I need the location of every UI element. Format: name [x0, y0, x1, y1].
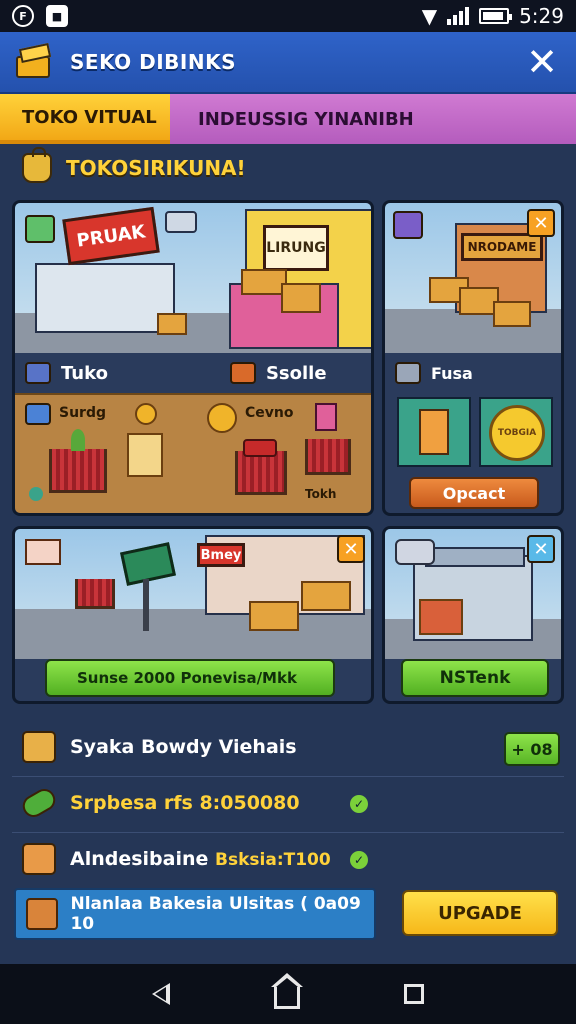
upgrade-button[interactable]: UPGADE — [402, 890, 558, 936]
list-item-text: Syaka Bowdy Viehais — [70, 736, 297, 758]
list-item[interactable]: Srpbesa rfs 8:050080 ✓ — [12, 776, 564, 830]
system-nav-bar — [0, 964, 576, 1024]
surdg-icon — [25, 403, 51, 425]
recent-apps-icon[interactable] — [404, 984, 424, 1004]
crate-icon — [26, 898, 59, 930]
store-card[interactable]: PRUAK LIRUNG Tuko Ssolle Surdg Cevno Tok… — [12, 200, 374, 516]
market-label-row: Fusa — [385, 353, 561, 393]
store-category-icon — [25, 215, 55, 243]
close-icon[interactable]: ✕ — [522, 43, 562, 81]
market-sign: NRODAME — [461, 233, 543, 261]
box-icon — [22, 731, 56, 763]
warehouse-action-button[interactable]: NSTenk — [401, 659, 549, 697]
store-scene: PRUAK LIRUNG — [15, 203, 371, 353]
pot-icon — [22, 843, 56, 875]
awning-sign: LIRUNG — [263, 225, 329, 271]
store-item-right: Cevno — [245, 405, 294, 421]
page-title: SEKO DIBINKS — [70, 50, 236, 74]
tab-industry[interactable]: INDEUSSIG YINANIBH — [170, 94, 576, 144]
store-item-left: Surdg — [59, 405, 106, 421]
delivery-card[interactable]: Bmey ✕ Sunse 2000 Ponevisa/Mkk — [12, 526, 374, 704]
clock: 5:29 — [519, 4, 564, 28]
market-scene: NRODAME ✕ — [385, 203, 561, 353]
store-right-label: Ssolle — [265, 362, 327, 384]
signal-icon — [447, 7, 470, 25]
battery-icon — [479, 8, 513, 24]
drink-tile — [397, 397, 471, 467]
wifi-icon: ▼ — [421, 4, 438, 28]
tab-virtual-store[interactable]: TOKO VITUAL — [0, 94, 170, 144]
store-left-label: Tuko — [61, 362, 108, 384]
market-card[interactable]: NRODAME ✕ Fusa TOBGIA Opcact — [382, 200, 564, 516]
check-icon: ✓ — [350, 795, 368, 813]
tab-bar: TOKO VITUAL INDEUSSIG YINANIBH — [0, 94, 576, 144]
settings-icon: F — [12, 5, 34, 27]
delivery-action-button[interactable]: Sunse 2000 Ponevisa/Mkk — [45, 659, 335, 697]
cucumber-icon — [18, 784, 60, 822]
delivery-close-icon[interactable]: ✕ — [337, 535, 365, 563]
store-sign: PRUAK — [62, 206, 160, 266]
list-item-text: Alndesibaine Bsksia:T100 — [70, 848, 331, 870]
bag-icon — [22, 147, 52, 183]
home-icon[interactable] — [271, 973, 303, 1009]
fusa-icon — [395, 362, 421, 384]
delivery-sign: Bmey — [197, 543, 245, 567]
upgrade-row-text: Nlanlaa Bakesia Ulsitas ( 0a09 10 — [70, 894, 361, 934]
warehouse-close-icon[interactable]: ✕ — [527, 535, 555, 563]
list-item-highlight: Bsksia:T100 — [215, 850, 331, 870]
warehouse-scene: ✕ — [385, 529, 561, 659]
truck-icon — [395, 539, 435, 565]
back-icon[interactable] — [152, 983, 170, 1005]
status-bar: F ■ ▼ 5:29 — [0, 0, 576, 32]
delivery-scene: Bmey ✕ — [15, 529, 371, 659]
store-label-row: Tuko Ssolle — [15, 353, 371, 393]
list-item[interactable]: Syaka Bowdy Viehais — [12, 720, 564, 774]
reward-badge[interactable]: + 08 — [504, 732, 560, 766]
section-title: TOKOSIRIKUNA! — [66, 156, 246, 180]
tuko-icon — [25, 362, 51, 384]
ssolle-icon — [229, 362, 256, 384]
store-goods-panel: Surdg Cevno Tokh — [15, 393, 371, 513]
section-header: TOKOSIRIKUNA! — [22, 147, 246, 186]
market-close-icon[interactable]: ✕ — [527, 209, 555, 237]
upgrade-row: Nlanlaa Bakesia Ulsitas ( 0a09 10 — [14, 888, 376, 940]
list-item[interactable]: Alndesibaine Bsksia:T100 ✓ — [12, 832, 564, 886]
list-item-text: Srpbesa rfs 8:050080 — [70, 792, 300, 814]
app-header: SEKO DIBINKS ✕ — [0, 32, 576, 94]
notification-icon: ■ — [46, 5, 68, 27]
market-action-button[interactable]: Opcact — [409, 477, 539, 509]
coin-tile: TOBGIA — [479, 397, 553, 467]
check-icon: ✓ — [350, 851, 368, 869]
coin-text: TOBGIA — [489, 405, 545, 461]
market-label: Fusa — [431, 363, 473, 383]
market-category-icon — [393, 211, 423, 239]
store-item-bottom: Tokh — [305, 487, 337, 501]
shop-logo-icon — [14, 42, 56, 82]
warehouse-card[interactable]: ✕ NSTenk — [382, 526, 564, 704]
